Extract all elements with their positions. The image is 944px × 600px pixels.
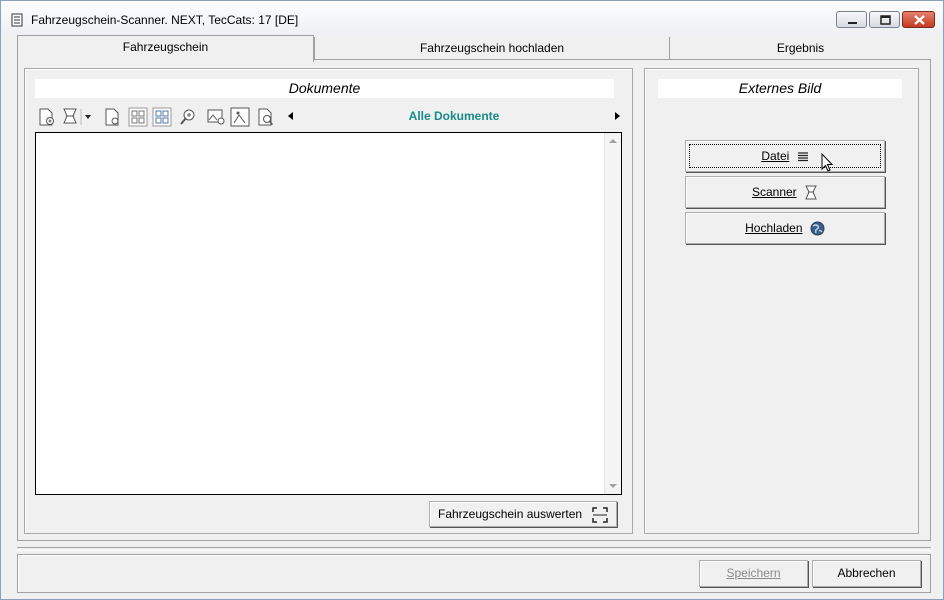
document-list[interactable] [35, 132, 622, 495]
restore-icon [880, 15, 891, 25]
app-icon [11, 13, 23, 27]
tab-fahrzeugschein-hochladen[interactable]: Fahrzeugschein hochladen [314, 37, 670, 60]
focus-rectangle [689, 144, 881, 168]
cancel-button[interactable]: Abbrechen [812, 560, 921, 587]
scanner-button[interactable]: Scanner [685, 176, 885, 208]
image-icon [230, 107, 250, 127]
view-grid-button[interactable] [151, 106, 173, 128]
scanner-button-label: Scanner [751, 185, 797, 199]
tab-page: Dokumente Alle Dokumente Fahrzeugschein … [17, 59, 931, 541]
save-button[interactable]: Speichern [699, 560, 808, 587]
scroll-up-button[interactable] [605, 133, 621, 149]
vertical-scrollbar[interactable] [604, 133, 621, 494]
chevron-down-icon [609, 484, 617, 488]
scroll-down-button[interactable] [605, 478, 621, 494]
mouse-cursor-icon [821, 153, 834, 172]
minimize-icon [848, 22, 857, 24]
document-navigator: Alle Dokumente [284, 107, 624, 127]
upload-button-label: Hochladen [745, 221, 803, 235]
nav-next-icon[interactable] [615, 112, 620, 120]
preview-button[interactable] [255, 106, 277, 128]
preview-icon [258, 108, 274, 126]
window-title: Fahrzeugschein-Scanner. NEXT, TecCats: 1… [31, 13, 299, 27]
scanner-icon [63, 108, 91, 125]
minimize-button[interactable] [836, 11, 867, 28]
documents-panel: Dokumente Alle Dokumente Fahrzeugschein … [24, 68, 633, 534]
zoom-button[interactable] [177, 106, 199, 128]
scanner-icon [805, 185, 817, 200]
evaluate-button-label: Fahrzeugschein auswerten [438, 507, 583, 521]
image-view-button[interactable] [229, 106, 251, 128]
grid-large-icon [128, 107, 148, 127]
scanner-dropdown-button[interactable] [59, 106, 95, 128]
save-button-label: Speichern [726, 566, 781, 580]
external-image-panel: Externes Bild Datei Scanner Hochladen [644, 68, 919, 534]
close-button[interactable] [902, 11, 935, 28]
maximize-button[interactable] [869, 11, 900, 28]
close-icon [914, 15, 925, 25]
external-image-title: Externes Bild [658, 79, 902, 98]
footer-separator [17, 547, 931, 551]
image-settings-button[interactable] [205, 106, 227, 128]
tab-ergebnis[interactable]: Ergebnis [670, 37, 931, 60]
file-button[interactable]: Datei [685, 140, 885, 172]
footer-bar: Speichern Abbrechen [17, 554, 931, 593]
import-document-icon [105, 108, 119, 126]
app-window: Fahrzeugschein-Scanner. NEXT, TecCats: 1… [0, 0, 944, 600]
nav-label: Alle Dokumente [408, 109, 500, 123]
add-document-icon [39, 108, 54, 126]
title-bar[interactable]: Fahrzeugschein-Scanner. NEXT, TecCats: 1… [1, 1, 943, 35]
documents-toolbar [35, 106, 295, 130]
view-large-button[interactable] [127, 106, 149, 128]
add-document-button[interactable] [35, 106, 57, 128]
chevron-up-icon [609, 139, 617, 143]
tab-fahrzeugschein[interactable]: Fahrzeugschein [17, 35, 314, 62]
image-settings-icon [207, 109, 225, 125]
tab-strip: Fahrzeugschein Fahrzeugschein hochladen … [17, 35, 931, 62]
upload-button[interactable]: Hochladen [685, 212, 885, 244]
globe-icon [810, 221, 825, 236]
documents-title: Dokumente [35, 79, 614, 98]
scan-frame-icon [592, 507, 608, 523]
grid-small-icon [152, 107, 172, 127]
zoom-icon [180, 109, 195, 125]
evaluate-button[interactable]: Fahrzeugschein auswerten [429, 501, 617, 527]
import-document-button[interactable] [101, 106, 123, 128]
cancel-button-label: Abbrechen [837, 566, 896, 580]
